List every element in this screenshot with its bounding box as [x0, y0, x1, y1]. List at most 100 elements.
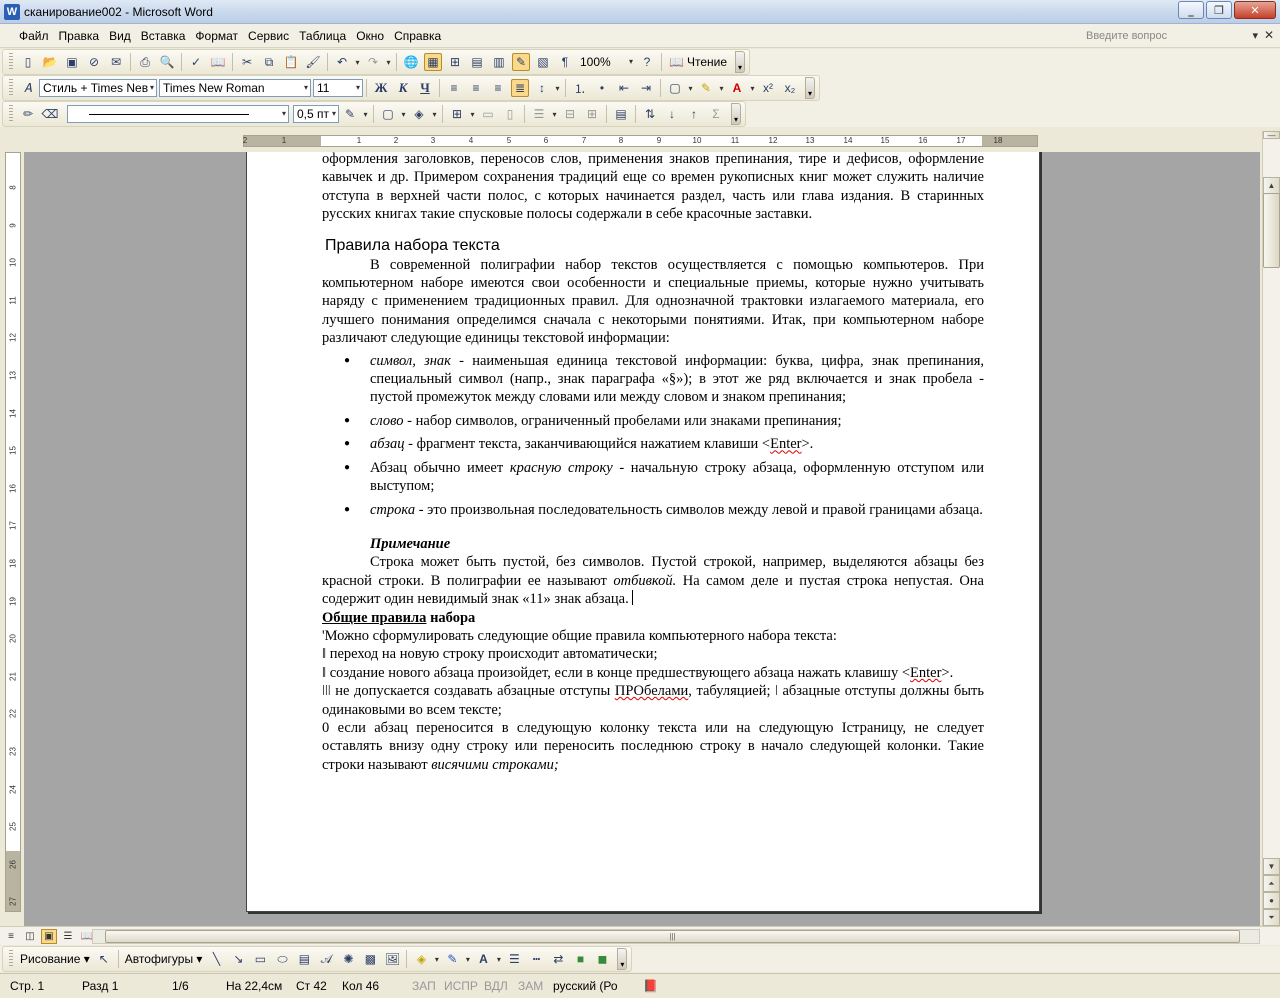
insert-table-dropdown-icon[interactable]: ▾ [468, 105, 477, 123]
underline-button[interactable]: Ч [416, 79, 434, 97]
copy-icon[interactable]: ⧉ [260, 53, 278, 71]
highlight-icon[interactable]: ✎ [697, 79, 715, 97]
font-color-icon[interactable]: A [728, 79, 746, 97]
normal-view-icon[interactable]: ≡ [3, 929, 19, 944]
align-right-icon[interactable]: ≡ [489, 79, 507, 97]
menu-view[interactable]: Вид [104, 29, 136, 43]
toolbar-grip[interactable] [9, 53, 13, 71]
toolbar-options-icon[interactable]: ▾ [731, 103, 741, 125]
italic-button[interactable]: К [394, 79, 412, 97]
merge-cells-icon[interactable]: ▭ [479, 105, 497, 123]
arrow-icon[interactable]: ↘ [229, 950, 247, 968]
align-center-icon[interactable]: ≡ [467, 79, 485, 97]
vertical-scroll-thumb[interactable] [1263, 193, 1280, 268]
toolbar-grip[interactable] [9, 950, 13, 968]
menu-edit[interactable]: Правка [54, 29, 105, 43]
horizontal-ruler[interactable]: 2 1 1 2 3 4 5 6 7 8 9 10 11 12 13 14 15 16 17 18 [0, 131, 1280, 151]
print-layout-icon[interactable]: ▣ [41, 928, 57, 944]
menu-file[interactable]: Файл [14, 29, 54, 43]
decrease-indent-icon[interactable]: ⇤ [615, 79, 633, 97]
new-document-icon[interactable]: ▯ [19, 53, 37, 71]
vertical-ruler[interactable]: 8910111213141516171819202122232425262728 [5, 152, 21, 944]
browse-object-icon[interactable]: ● [1263, 892, 1280, 909]
horizontal-scrollbar[interactable]: ||| [92, 929, 1260, 944]
status-language[interactable]: русский (Ро [553, 979, 618, 993]
subscript-icon[interactable]: x₂ [781, 79, 799, 97]
permission-icon[interactable]: ⊘ [85, 53, 103, 71]
rectangle-icon[interactable]: ▭ [251, 950, 269, 968]
distribute-columns-icon[interactable]: ⊞ [583, 105, 601, 123]
document-close-icon[interactable]: ✕ [1264, 28, 1274, 42]
status-page[interactable]: Стр. 1 [10, 979, 44, 993]
status-position[interactable]: На 22,4см [226, 979, 282, 993]
sort-descending-icon[interactable]: ↑ [685, 105, 703, 123]
tables-borders-icon[interactable]: ▦ [424, 53, 442, 71]
reading-layout-button[interactable]: 📖 Чтение [665, 55, 731, 69]
styles-formatting-icon[interactable]: 𝐴 [19, 79, 37, 97]
minimize-button[interactable]: _ [1178, 1, 1204, 19]
autoshapes-menu-button[interactable]: Автофигуры ▾ [122, 952, 206, 966]
redo-dropdown-icon[interactable]: ▾ [384, 53, 393, 71]
line-icon[interactable]: ╲ [207, 950, 225, 968]
cut-icon[interactable]: ✂ [238, 53, 256, 71]
outside-border-dropdown-icon[interactable]: ▾ [399, 105, 408, 123]
drawing-icon[interactable]: ✎ [512, 53, 530, 71]
eraser-icon[interactable]: ⌫ [41, 105, 59, 123]
select-objects-icon[interactable]: ↖ [95, 950, 113, 968]
line-spacing-dropdown-icon[interactable]: ▾ [553, 79, 562, 97]
align-cell-dropdown-icon[interactable]: ▾ [550, 105, 559, 123]
arrow-style-icon[interactable]: ⇄ [549, 950, 567, 968]
status-overtype[interactable]: ЗАМ [518, 979, 543, 993]
line-weight-dropdown-icon[interactable]: ▾ [332, 106, 336, 122]
font-select[interactable]: Times New Roman ▾ [159, 79, 311, 97]
save-icon[interactable]: ▣ [63, 53, 81, 71]
close-button[interactable]: ✕ [1234, 1, 1276, 19]
menu-insert[interactable]: Вставка [136, 29, 191, 43]
next-page-icon[interactable]: ⏷ [1263, 909, 1280, 926]
help-icon[interactable]: ? [638, 53, 656, 71]
oval-icon[interactable]: ⬭ [273, 950, 291, 968]
status-page-count[interactable]: 1/6 [172, 979, 189, 993]
status-column[interactable]: Кол 46 [342, 979, 379, 993]
menu-table[interactable]: Таблица [294, 29, 351, 43]
split-box[interactable]: — [1263, 131, 1280, 140]
insert-excel-icon[interactable]: ▤ [468, 53, 486, 71]
status-line[interactable]: Ст 42 [296, 979, 327, 993]
font-size-select[interactable]: 11 ▾ [313, 79, 363, 97]
menu-tools[interactable]: Сервис [243, 29, 294, 43]
autosum-icon[interactable]: Σ [707, 105, 725, 123]
bullets-icon[interactable]: • [593, 79, 611, 97]
vertical-scrollbar[interactable]: — ▲ ▼ ⏶ ● ⏷ [1262, 131, 1280, 926]
align-left-icon[interactable]: ≡ [445, 79, 463, 97]
superscript-icon[interactable]: x² [759, 79, 777, 97]
horizontal-scroll-thumb[interactable]: ||| [105, 930, 1240, 943]
undo-icon[interactable]: ↶ [333, 53, 351, 71]
highlight-dropdown-icon[interactable]: ▾ [717, 79, 726, 97]
word-app-icon[interactable]: W [4, 3, 20, 20]
show-hide-icon[interactable]: ¶ [556, 53, 574, 71]
research-icon[interactable]: 📖 [209, 53, 227, 71]
help-dropdown-icon[interactable]: ▾ [1252, 28, 1258, 45]
bold-button[interactable]: Ж [372, 79, 390, 97]
border-color-icon[interactable]: ✎ [341, 105, 359, 123]
help-question-box[interactable]: Введите вопрос ▾ [1082, 28, 1262, 45]
clip-art-icon[interactable]: ▩ [361, 950, 379, 968]
wordart-icon[interactable]: 𝒜 [317, 950, 335, 968]
increase-indent-icon[interactable]: ⇥ [637, 79, 655, 97]
status-section[interactable]: Разд 1 [82, 979, 118, 993]
outline-view-icon[interactable]: ☰ [60, 929, 76, 944]
line-color-icon[interactable]: ✎ [443, 950, 461, 968]
toolbar-options-icon[interactable]: ▾ [805, 77, 815, 99]
shading-color-icon[interactable]: ◈ [410, 105, 428, 123]
line-spacing-icon[interactable]: ↕ [533, 79, 551, 97]
redo-icon[interactable]: ↷ [364, 53, 382, 71]
text-box-icon[interactable]: ▤ [295, 950, 313, 968]
scroll-up-icon[interactable]: ▲ [1263, 177, 1280, 194]
email-icon[interactable]: ✉ [107, 53, 125, 71]
shading-dropdown-icon[interactable]: ▾ [430, 105, 439, 123]
open-folder-icon[interactable]: 📂 [41, 53, 59, 71]
line-color-dropdown-icon[interactable]: ▾ [463, 950, 472, 968]
font-color-dropdown-icon[interactable]: ▾ [748, 79, 757, 97]
status-record-macro[interactable]: ЗАП [412, 979, 436, 993]
status-track-changes[interactable]: ИСПР [444, 979, 478, 993]
